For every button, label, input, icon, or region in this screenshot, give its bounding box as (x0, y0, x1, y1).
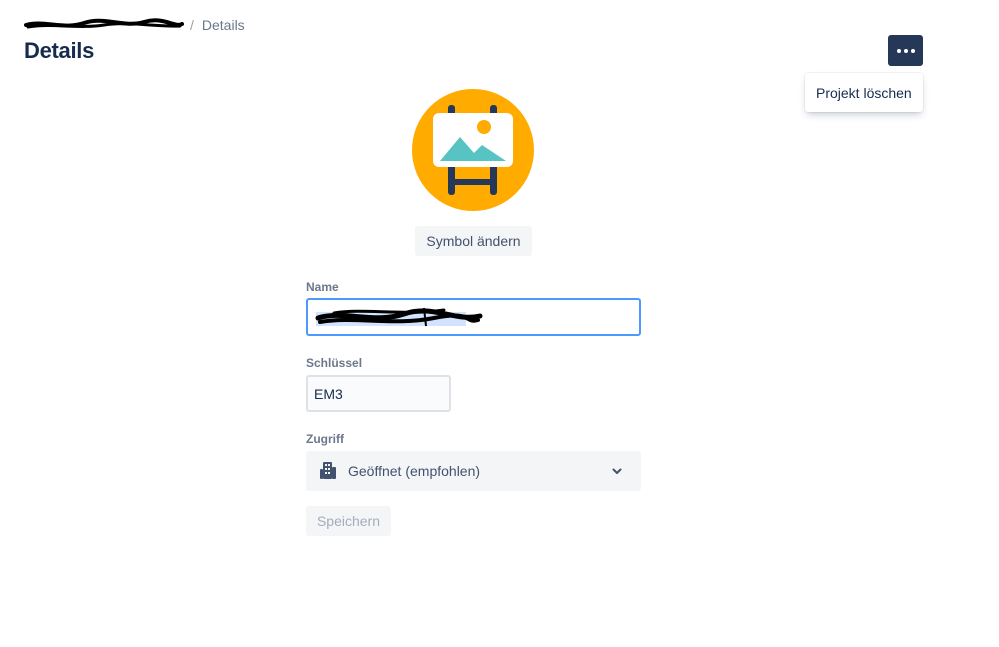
name-input[interactable] (306, 298, 641, 336)
more-dot (903, 48, 908, 53)
save-button[interactable]: Speichern (306, 506, 391, 536)
breadcrumb-item-current[interactable]: Details (202, 17, 245, 33)
project-avatar (412, 89, 534, 211)
more-actions-button[interactable] (888, 35, 923, 66)
access-select[interactable]: Geöffnet (empfohlen) (306, 451, 641, 491)
menu-item-delete-project[interactable]: Projekt löschen (805, 73, 923, 112)
redaction-scribble (24, 18, 184, 29)
building-icon (320, 462, 336, 479)
breadcrumb-item-project[interactable] (24, 16, 184, 34)
actions-dropdown-menu: Projekt löschen (805, 73, 923, 112)
name-label: Name (306, 280, 339, 294)
access-select-value: Geöffnet (empfohlen) (348, 463, 481, 479)
key-label: Schlüssel (306, 356, 363, 370)
access-label: Zugriff (306, 432, 344, 446)
more-horizontal-icon (896, 48, 901, 53)
easel-picture-icon (433, 105, 513, 195)
breadcrumb-separator: / (190, 17, 194, 33)
redaction-scribble (315, 307, 483, 327)
change-icon-button[interactable]: Symbol ändern (415, 226, 532, 256)
key-input[interactable] (306, 375, 451, 412)
breadcrumb: / Details (24, 15, 245, 35)
chevron-down-icon (612, 468, 622, 474)
more-dot (910, 48, 915, 53)
page-title: Details (24, 38, 95, 63)
